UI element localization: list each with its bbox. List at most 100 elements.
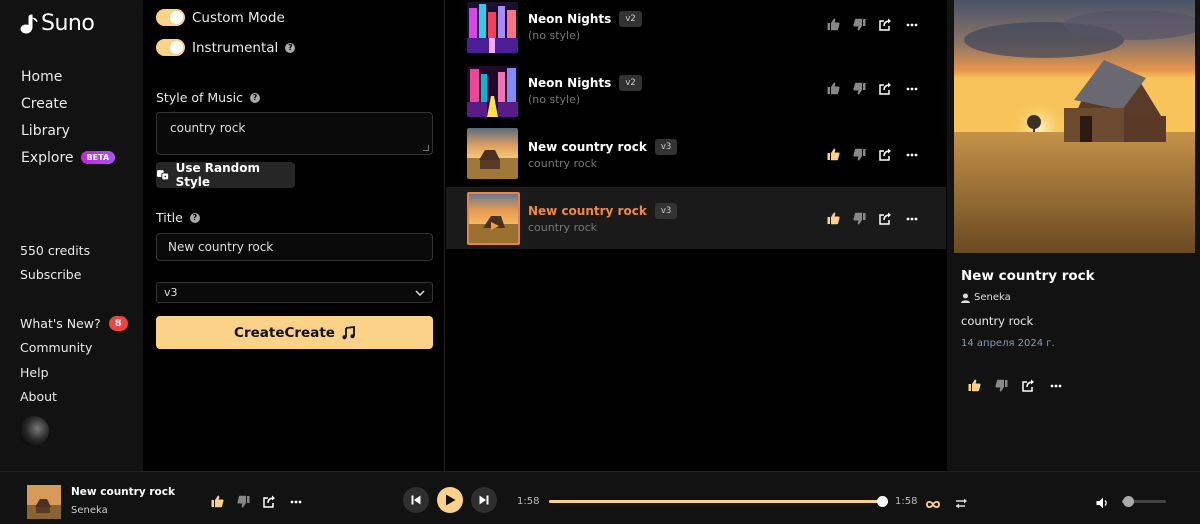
suno-logo-icon [20, 13, 38, 34]
instrumental-help-icon[interactable]: ? [285, 42, 296, 53]
nav-home[interactable]: Home [21, 63, 115, 90]
song-title[interactable]: Neon Nights [528, 76, 611, 90]
song-title[interactable]: New country rock [528, 204, 647, 218]
sidebar: Suno Home Create Library Explore BETA 550… [0, 0, 143, 471]
song-detail-panel: New country rock Seneka country rock 14 … [947, 0, 1200, 471]
help-link[interactable]: Help [20, 360, 128, 385]
random-style-button[interactable]: Use Random Style [156, 161, 295, 189]
dice-icon [156, 170, 170, 181]
thumbs-up-icon[interactable] [826, 211, 841, 226]
song-title-row: New country rock v3 [528, 203, 678, 219]
whats-new-link[interactable]: What's New? 8 [20, 311, 128, 336]
style-help-icon[interactable]: ? [249, 92, 260, 103]
share-icon[interactable] [878, 81, 893, 96]
random-style-label: Use Random Style [175, 161, 260, 189]
share-icon[interactable] [878, 17, 893, 32]
song-actions [826, 211, 919, 226]
thumbs-down-icon[interactable] [852, 211, 867, 226]
play-icon [445, 494, 455, 506]
song-row[interactable]: New country rock v3 country rock [446, 123, 946, 186]
thumbs-down-icon[interactable] [852, 81, 867, 96]
style-label-row: Style of Music ? [156, 90, 260, 105]
title-input[interactable]: New country rock [156, 233, 433, 261]
more-icon[interactable] [904, 211, 919, 226]
song-thumbnail [467, 66, 518, 117]
playback-controls [403, 487, 497, 513]
song-actions [826, 81, 919, 96]
song-row[interactable]: Neon Nights v2 (no style) [446, 0, 946, 63]
more-icon[interactable] [904, 147, 919, 162]
next-button[interactable] [471, 487, 497, 513]
version-select[interactable]: v3 [156, 282, 433, 303]
suno-logo[interactable]: Suno [20, 11, 95, 36]
title-help-icon[interactable]: ? [189, 212, 200, 223]
more-icon[interactable] [904, 17, 919, 32]
instrumental-label: Instrumental [192, 39, 279, 56]
suno-app: Suno Home Create Library Explore BETA 550… [0, 0, 1200, 524]
app-name: Suno [41, 11, 95, 36]
share-icon[interactable] [878, 147, 893, 162]
song-style: (no style) [528, 93, 581, 106]
thumbs-up-icon[interactable] [826, 17, 841, 32]
play-button[interactable] [437, 487, 463, 513]
more-icon[interactable] [288, 494, 303, 509]
thumbs-down-icon[interactable] [236, 494, 251, 509]
detail-author[interactable]: Seneka [961, 292, 1011, 303]
resize-handle-icon[interactable] [423, 145, 429, 151]
create-button[interactable]: CreateCreate [156, 316, 433, 349]
progress-handle[interactable] [877, 496, 888, 507]
detail-date: 14 апреля 2024 г. [961, 338, 1055, 349]
share-icon[interactable] [1021, 378, 1036, 393]
about-link[interactable]: About [20, 385, 128, 410]
shuffle-icon[interactable] [955, 494, 968, 513]
song-title-row: Neon Nights v2 [528, 11, 642, 27]
more-icon[interactable] [904, 81, 919, 96]
song-actions [826, 17, 919, 32]
player-title[interactable]: New country rock [71, 486, 175, 498]
thumbs-up-icon[interactable] [826, 147, 841, 162]
thumbs-up-icon[interactable] [967, 378, 982, 393]
song-thumbnail [467, 2, 518, 53]
skip-back-icon [411, 495, 421, 505]
cover-art [954, 0, 1195, 253]
nav-explore[interactable]: Explore BETA [21, 144, 116, 171]
custom-mode-toggle[interactable] [156, 9, 185, 26]
volume-slider[interactable] [1122, 496, 1166, 507]
song-title[interactable]: New country rock [528, 140, 647, 154]
thumbs-down-icon[interactable] [852, 17, 867, 32]
whats-new-label: What's New? [20, 315, 101, 331]
custom-mode-label: Custom Mode [192, 9, 285, 26]
user-avatar[interactable] [19, 416, 49, 446]
thumbs-up-icon[interactable] [826, 81, 841, 96]
version-badge: v2 [619, 11, 642, 27]
credits-count: 550 credits [20, 243, 91, 258]
thumbs-down-icon[interactable] [852, 147, 867, 162]
subscribe-link[interactable]: Subscribe [20, 267, 81, 282]
volume-icon[interactable] [1096, 494, 1109, 513]
community-link[interactable]: Community [20, 336, 128, 361]
nav-create[interactable]: Create [21, 90, 115, 117]
player-thumbnail[interactable] [27, 485, 61, 519]
previous-button[interactable] [403, 487, 429, 513]
loop-icon[interactable] [926, 494, 940, 513]
player-author[interactable]: Seneka [71, 505, 108, 516]
nav-library[interactable]: Library [21, 117, 115, 144]
share-icon[interactable] [878, 211, 893, 226]
song-thumbnail [467, 192, 520, 245]
thumbs-down-icon[interactable] [994, 378, 1009, 393]
style-input[interactable]: country rock [156, 112, 433, 155]
thumbs-up-icon[interactable] [210, 494, 225, 509]
song-list: Neon Nights v2 (no style) Neon Nights v2 (… [446, 0, 946, 471]
title-label-row: Title ? [156, 210, 200, 225]
share-icon[interactable] [262, 494, 277, 509]
more-icon[interactable] [1048, 378, 1063, 393]
secondary-links: What's New? 8 Community Help About [20, 311, 128, 409]
song-row[interactable]: Neon Nights v2 (no style) [446, 64, 946, 127]
volume-handle[interactable] [1123, 496, 1135, 507]
detail-author-name: Seneka [974, 292, 1011, 303]
progress-bar[interactable] [549, 496, 888, 507]
song-title[interactable]: Neon Nights [528, 12, 611, 26]
user-icon [961, 293, 970, 303]
song-row-active[interactable]: New country rock v3 country rock [446, 187, 946, 249]
instrumental-toggle[interactable] [156, 39, 185, 56]
